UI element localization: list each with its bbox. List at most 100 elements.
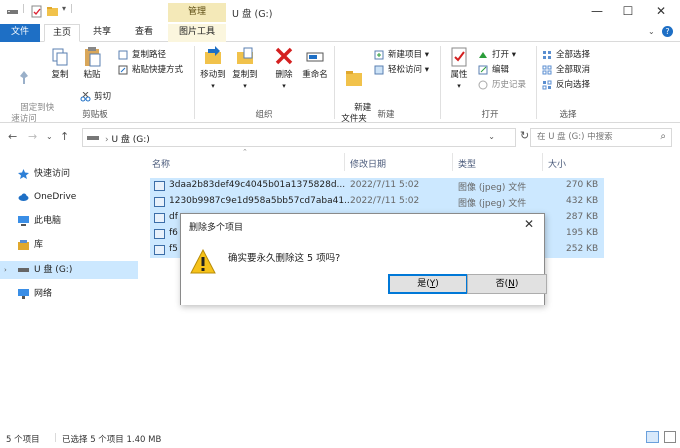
refresh-icon[interactable]: ↻ bbox=[520, 129, 529, 142]
history-button[interactable]: 历史记录 bbox=[478, 78, 526, 92]
forward-arrow-icon[interactable]: → bbox=[28, 130, 37, 143]
minimize-button[interactable]: — bbox=[582, 0, 612, 24]
address-row: ← → ⌄ ↑ › U 盘 (G:) ⌄ ↻ ⌕ bbox=[0, 124, 680, 150]
file-type: 图像 (jpeg) 文件 bbox=[458, 199, 527, 209]
properties-quick-icon[interactable] bbox=[30, 5, 43, 18]
close-button[interactable]: ✕ bbox=[646, 0, 676, 24]
tab-home[interactable]: 主页 bbox=[44, 24, 80, 42]
rename-label: 重命名 bbox=[302, 70, 328, 80]
invert-selection-button[interactable]: 反向选择 bbox=[542, 78, 590, 92]
column-header-type[interactable]: 类型 bbox=[458, 157, 476, 170]
paste-shortcut-icon bbox=[118, 65, 128, 75]
search-icon[interactable]: ⌕ bbox=[660, 131, 666, 142]
nav-label: OneDrive bbox=[34, 192, 77, 202]
nav-item-onedrive[interactable]: OneDrive bbox=[0, 188, 138, 206]
properties-icon bbox=[451, 47, 467, 67]
file-name: 1230b9987c9e1d958a5bb57cd7aba41... bbox=[169, 196, 349, 206]
navigation-pane: 快速访问 OneDrive 此电脑 库 › U 盘 (G:) 网络 bbox=[0, 150, 140, 424]
search-input[interactable] bbox=[537, 132, 657, 142]
tab-file[interactable]: 文件 bbox=[0, 24, 40, 42]
column-header-size[interactable]: 大小 bbox=[548, 157, 566, 170]
large-icons-view-icon[interactable] bbox=[664, 431, 676, 443]
cloud-icon bbox=[18, 193, 29, 201]
no-accelerator: N bbox=[508, 279, 515, 289]
title-bar: | ▾ | 管理 U 盘 (G:) — ☐ ✕ bbox=[0, 0, 680, 24]
context-tab-manage[interactable]: 管理 bbox=[168, 3, 226, 22]
tab-picture-tools[interactable]: 图片工具 bbox=[168, 24, 226, 42]
open-group-label: 打开 bbox=[481, 110, 499, 120]
details-view-icon[interactable] bbox=[646, 431, 659, 443]
cut-button[interactable]: 剪切 bbox=[80, 90, 111, 104]
column-header-date[interactable]: 修改日期 bbox=[350, 157, 386, 170]
yes-button[interactable]: 是(Y) bbox=[388, 274, 468, 294]
edit-button[interactable]: 编辑 bbox=[478, 63, 509, 77]
file-size: 287 KB bbox=[566, 212, 599, 222]
expand-chevron-icon[interactable]: › bbox=[4, 261, 7, 279]
file-row[interactable]: 1230b9987c9e1d958a5bb57cd7aba41... 2022/… bbox=[150, 194, 604, 210]
select-all-button[interactable]: 全部选择 bbox=[542, 48, 590, 62]
paste-icon bbox=[85, 47, 101, 67]
file-size: 432 KB bbox=[566, 196, 599, 206]
customize-toolbar-icon[interactable]: ▾ bbox=[62, 4, 66, 13]
file-name: 3daa2b83def49c4045b01a1375828d... bbox=[169, 180, 346, 190]
rename-button[interactable]: 重命名 bbox=[300, 46, 330, 81]
address-dropdown-icon[interactable]: ⌄ bbox=[488, 132, 495, 141]
help-icon[interactable]: ? bbox=[662, 26, 673, 37]
paste-button[interactable]: 粘贴 bbox=[78, 46, 106, 81]
new-folder-button[interactable]: 新建 文件夹 bbox=[338, 46, 371, 136]
maximize-button[interactable]: ☐ bbox=[613, 0, 643, 24]
no-label: 否 bbox=[495, 279, 505, 289]
nav-item-quick-access[interactable]: 快速访问 bbox=[0, 165, 138, 183]
tab-share[interactable]: 共享 bbox=[84, 24, 120, 42]
nav-label: 快速访问 bbox=[34, 169, 71, 179]
easy-access-icon bbox=[374, 65, 384, 75]
move-to-button[interactable]: 移动到 ▾ bbox=[198, 46, 228, 92]
nav-item-libraries[interactable]: 库 bbox=[0, 236, 138, 254]
column-header-name[interactable]: 名称 bbox=[152, 157, 170, 170]
window-title: U 盘 (G:) bbox=[232, 9, 273, 20]
properties-button[interactable]: 属性 ▾ bbox=[446, 46, 472, 92]
file-date: 2022/7/11 5:02 bbox=[350, 196, 420, 206]
paste-shortcut-button[interactable]: 粘贴快捷方式 bbox=[118, 63, 183, 77]
tab-view[interactable]: 查看 bbox=[126, 24, 162, 42]
recent-locations-icon[interactable]: ⌄ bbox=[46, 132, 53, 141]
easy-access-button[interactable]: 轻松访问 ▾ bbox=[374, 63, 429, 77]
select-none-button[interactable]: 全部取消 bbox=[542, 63, 590, 77]
back-arrow-icon[interactable]: ← bbox=[8, 130, 17, 143]
paste-label: 粘贴 bbox=[83, 70, 101, 80]
nav-label: U 盘 (G:) bbox=[34, 265, 73, 275]
delete-button[interactable]: 删除 ▾ bbox=[270, 46, 298, 92]
new-folder-quick-icon[interactable] bbox=[46, 5, 59, 18]
no-button[interactable]: 否(N) bbox=[467, 274, 547, 294]
collapse-ribbon-icon[interactable]: ⌄ bbox=[648, 27, 655, 36]
edit-icon bbox=[478, 65, 488, 75]
copy-button[interactable]: 复制 bbox=[46, 46, 74, 81]
pin-icon bbox=[20, 71, 28, 84]
open-button[interactable]: 打开 ▾ bbox=[478, 48, 516, 62]
selection-info: 已选择 5 个项目 1.40 MB bbox=[62, 435, 162, 445]
up-arrow-icon[interactable]: ↑ bbox=[60, 130, 69, 143]
file-row[interactable]: 3daa2b83def49c4045b01a1375828d... 2022/7… bbox=[150, 178, 604, 194]
copy-label: 复制 bbox=[51, 70, 69, 80]
item-count: 5 个项目 bbox=[6, 435, 40, 445]
dialog-body: 确实要永久删除这 5 项吗? 是(Y) 否(N) bbox=[181, 238, 547, 305]
easy-access-label: 轻松访问 bbox=[388, 65, 423, 75]
select-group-label: 选择 bbox=[559, 110, 577, 120]
new-item-label: 新建项目 bbox=[388, 50, 423, 60]
status-bar: 5 个项目 | 已选择 5 个项目 1.40 MB bbox=[0, 428, 680, 448]
copy-path-button[interactable]: 复制路径 bbox=[118, 48, 166, 62]
nav-item-this-pc[interactable]: 此电脑 bbox=[0, 212, 138, 230]
nav-item-usb-drive[interactable]: › U 盘 (G:) bbox=[0, 261, 138, 279]
move-to-label: 移动到 bbox=[200, 70, 226, 80]
pin-quick-access-button[interactable]: 固定到快 速访问 bbox=[4, 46, 54, 136]
address-path-text: U 盘 (G:) bbox=[111, 135, 150, 145]
dialog-title: 删除多个项目 bbox=[189, 223, 244, 233]
copy-to-button[interactable]: 复制到 ▾ bbox=[230, 46, 260, 92]
search-box[interactable]: ⌕ bbox=[530, 128, 672, 147]
address-bar[interactable]: › U 盘 (G:) ⌄ bbox=[82, 128, 516, 147]
delete-x-icon bbox=[275, 47, 293, 65]
image-file-icon bbox=[154, 181, 165, 191]
dialog-close-button[interactable]: ✕ bbox=[520, 215, 538, 233]
nav-item-network[interactable]: 网络 bbox=[0, 285, 138, 303]
new-item-button[interactable]: 新建项目 ▾ bbox=[374, 48, 429, 62]
